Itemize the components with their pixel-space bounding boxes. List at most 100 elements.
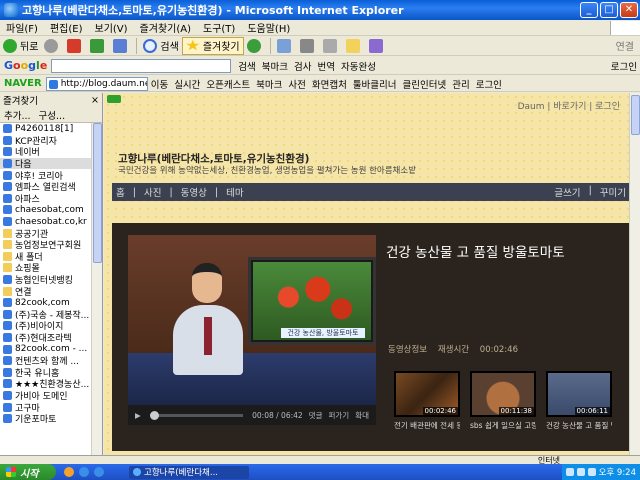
favorites-organize-button[interactable]: 구성... [39, 108, 66, 122]
nav-decorate[interactable]: 꾸미기 [600, 185, 626, 199]
menu-file[interactable]: 파일(F) [0, 20, 44, 35]
favorites-item[interactable]: 가비아 도메인 [0, 390, 92, 401]
folder-button[interactable] [343, 37, 366, 55]
print-button[interactable] [297, 37, 320, 55]
nav-write[interactable]: 글쓰기 [554, 185, 580, 199]
favorites-item[interactable]: 연결 [0, 285, 92, 297]
messenger-button[interactable] [366, 37, 389, 55]
nav-video[interactable]: 동영상 [181, 185, 207, 199]
favorites-close-button[interactable]: × [91, 95, 99, 106]
related-video-3[interactable]: 00:06:11 건강 농산물 고 품질 방 [546, 371, 612, 431]
related-video-caption[interactable]: 전기 배관판에 전세 등 [394, 420, 460, 431]
search-button[interactable]: 검색 [140, 37, 181, 55]
favorites-item[interactable]: 한국 유니홈 [0, 366, 92, 378]
stop-button[interactable] [64, 37, 87, 55]
google-search-input[interactable] [51, 58, 232, 73]
video-share-button[interactable]: 퍼가기 [328, 410, 349, 421]
nav-home[interactable]: 홈 [116, 185, 125, 199]
minimize-button[interactable]: _ [580, 2, 598, 18]
related-video-thumbnail[interactable]: 00:11:38 [470, 371, 536, 417]
naver-login-button[interactable]: 로그인 [476, 77, 502, 91]
close-button[interactable]: ✕ [620, 2, 638, 18]
naver-manage-button[interactable]: 관리 [452, 77, 469, 91]
favorites-item[interactable]: KCP관리자 [0, 135, 92, 146]
refresh-button[interactable] [87, 37, 110, 55]
favorites-item[interactable]: 농협인터넷뱅킹 [0, 274, 92, 285]
favorites-item[interactable]: 농업정보연구회원 [0, 239, 92, 251]
favorites-item[interactable]: 82cook,com [0, 297, 92, 309]
post-title[interactable]: 건강 농산물 고 품질 방울토마토 [386, 241, 565, 261]
related-video-thumbnail[interactable]: 00:06:11 [546, 371, 612, 417]
start-button[interactable]: 시작 [0, 464, 56, 480]
naver-opencast-button[interactable]: 오픈캐스트 [206, 77, 250, 91]
favorites-item[interactable]: P4260118[1] [0, 123, 92, 135]
play-icon[interactable]: ▶ [135, 411, 141, 420]
back-button[interactable]: 뒤로 [0, 37, 41, 55]
nav-photo[interactable]: 사진 [144, 185, 161, 199]
quicklaunch-desktop-icon[interactable] [94, 467, 104, 477]
favorites-item[interactable]: (주)현대조라텍 [0, 332, 92, 343]
related-video-caption[interactable]: sbs 쉽게 일으실 고량 [470, 420, 536, 431]
favorites-item[interactable]: 엠파스 열린검색 [0, 181, 92, 193]
related-video-2[interactable]: 00:11:38 sbs 쉽게 일으실 고량 [470, 371, 536, 431]
address-input[interactable]: http://blog.daum.net/ch51 [45, 76, 148, 91]
daum-top-links[interactable]: Daum | 바로가기 | 로그인 [518, 99, 620, 112]
favorites-item[interactable]: 새 폴더 [0, 251, 92, 262]
favorites-item[interactable]: (주)국송 - 제봉작... [0, 309, 92, 320]
video-comment-button[interactable]: 댓글 [309, 410, 323, 421]
edit-button[interactable] [320, 37, 343, 55]
content-scroll-thumb[interactable] [631, 95, 640, 135]
google-check-button[interactable]: 검사 [294, 59, 311, 73]
google-search-button[interactable]: 검색 [238, 59, 255, 73]
clock[interactable]: 오후 9:24 [599, 466, 636, 478]
google-logo[interactable]: Google [4, 59, 47, 72]
favorites-item[interactable]: 네이버 [0, 146, 92, 158]
naver-realtime-button[interactable]: 실시간 [174, 77, 200, 91]
mail-button[interactable] [274, 37, 297, 55]
nav-theme[interactable]: 테마 [226, 185, 243, 199]
related-video-caption[interactable]: 건강 농산물 고 품질 방 [546, 420, 612, 431]
naver-cleaner-button[interactable]: 툴바클리너 [353, 77, 397, 91]
maximize-button[interactable]: □ [600, 2, 618, 18]
video-progress[interactable] [149, 410, 244, 420]
favorites-item[interactable]: (주)비아이지 [0, 320, 92, 332]
favorites-item[interactable]: 컨텐츠와 함께 ... [0, 355, 92, 366]
google-bookmark-button[interactable]: 북마크 [262, 59, 288, 73]
favorites-add-button[interactable]: 추가... [4, 108, 31, 122]
menu-view[interactable]: 보기(V) [89, 20, 134, 35]
menu-help[interactable]: 도움말(H) [241, 20, 296, 35]
favorites-item[interactable]: 고구마 [0, 401, 92, 413]
links-label[interactable]: 연결 [616, 38, 640, 53]
naver-logo[interactable]: NAVER [4, 78, 42, 89]
favorites-item[interactable]: 82cook.com - ... [0, 343, 92, 355]
video-zoom-button[interactable]: 확대 [355, 410, 369, 421]
google-autofill-button[interactable]: 자동완성 [341, 59, 376, 73]
forward-button[interactable] [41, 37, 64, 55]
menu-favorites[interactable]: 즐겨찾기(A) [134, 20, 197, 35]
favorites-item[interactable]: 아파스 [0, 193, 92, 204]
tray-icon[interactable] [587, 468, 596, 476]
favorites-scrollbar[interactable] [91, 123, 102, 455]
home-button[interactable] [110, 37, 133, 55]
content-scrollbar[interactable] [629, 93, 640, 455]
favorites-item[interactable]: 기운포마토 [0, 413, 92, 424]
quicklaunch-ie-icon[interactable] [79, 467, 89, 477]
favorites-item[interactable]: 다음 [0, 157, 92, 170]
favorites-item[interactable]: chaesobat,com [0, 204, 92, 216]
naver-dictionary-button[interactable]: 사전 [288, 77, 305, 91]
naver-capture-button[interactable]: 화면캡처 [312, 77, 347, 91]
tray-icon[interactable] [576, 468, 585, 476]
related-video-1[interactable]: 00:02:46 전기 배관판에 전세 등 [394, 371, 460, 431]
go-button[interactable]: 이동 [151, 77, 168, 91]
related-video-thumbnail[interactable]: 00:02:46 [394, 371, 460, 417]
tray-icon[interactable] [565, 468, 574, 476]
favorites-item[interactable]: 공공기관 [0, 227, 92, 239]
google-login-button[interactable]: 로그인 [611, 59, 637, 73]
favorites-scroll-thumb[interactable] [93, 123, 102, 263]
menu-edit[interactable]: 편집(E) [44, 20, 89, 35]
menu-tools[interactable]: 도구(T) [197, 20, 241, 35]
favorites-item[interactable]: chaesobat.co,kr [0, 216, 92, 228]
favorites-button[interactable]: 즐겨찾기 [181, 36, 244, 55]
title-bar[interactable]: 고향나루(베란다채소,토마토,유기농친환경) - Microsoft Inter… [0, 0, 640, 20]
favorites-item[interactable]: ★★★친환경농산... [0, 378, 92, 390]
